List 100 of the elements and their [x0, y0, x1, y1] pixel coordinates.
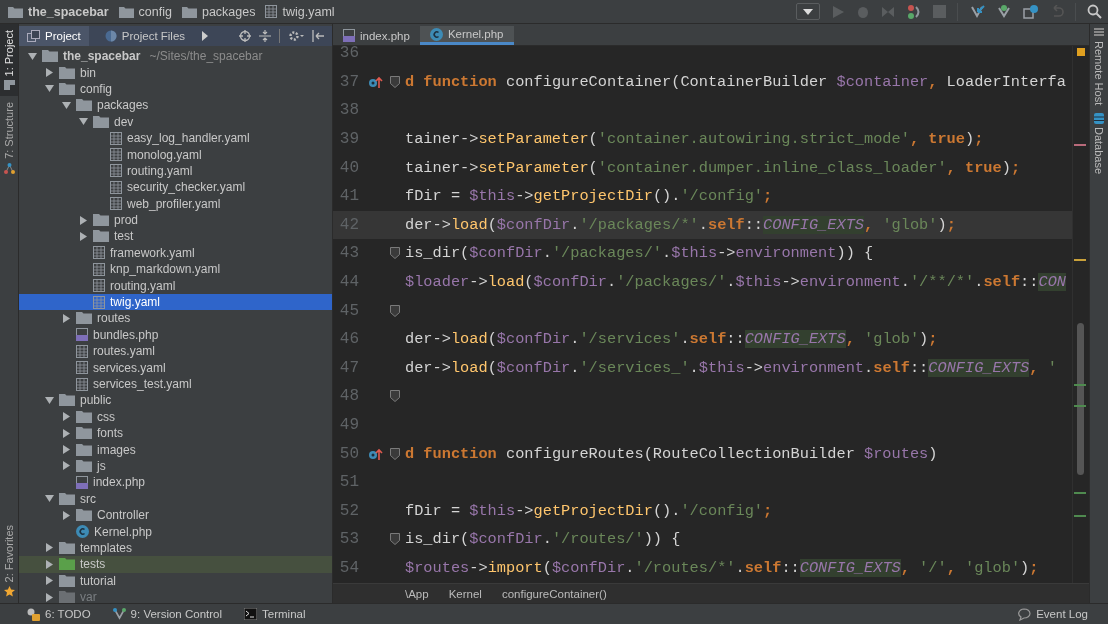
fold-marker-icon[interactable] — [390, 533, 400, 546]
folder-icon — [59, 558, 75, 571]
tree-row[interactable]: security_checker.yaml — [19, 179, 332, 196]
tree-item-label: services_test.yaml — [93, 377, 192, 391]
tree-row[interactable]: dev — [19, 113, 332, 130]
tree-row[interactable]: services_test.yaml — [19, 375, 332, 393]
tool-window-button[interactable]: Remote Host — [1093, 24, 1105, 110]
tool-window-button[interactable]: 9: Version Control — [112, 607, 222, 621]
tree-row[interactable]: knp_markdown.yaml — [19, 261, 332, 278]
tree-row[interactable]: templates — [19, 539, 332, 557]
vcs-commit-icon[interactable] — [996, 3, 1012, 20]
line-number: 36 — [338, 46, 359, 63]
tree-row[interactable]: css — [19, 408, 332, 425]
yaml-file-icon — [76, 344, 88, 358]
project-path: ~/Sites/the_spacebar — [149, 49, 263, 64]
fold-marker-icon[interactable] — [390, 390, 400, 403]
tool-window-button[interactable]: 2: Favorites — [0, 518, 18, 603]
line-number: 54 — [338, 559, 359, 577]
tree-item-label: web_profiler.yaml — [127, 196, 221, 211]
tree-row[interactable]: routing.yaml — [19, 277, 332, 294]
panel-tab[interactable]: Project — [19, 26, 89, 46]
tree-row[interactable]: tutorial — [19, 572, 332, 589]
breadcrumb-item[interactable]: configureContainer() — [501, 587, 607, 600]
hide-panel-icon[interactable] — [312, 30, 324, 42]
folder-icon — [59, 394, 75, 407]
collapse-icon[interactable] — [259, 30, 271, 42]
yaml-file-icon — [76, 361, 88, 375]
fold-marker-icon[interactable] — [390, 304, 400, 317]
tree-row[interactable]: the_spacebar ~/Sites/the_spacebar — [19, 48, 332, 65]
tree-row[interactable]: bin — [19, 64, 332, 81]
line-number: 44 — [338, 273, 359, 292]
tool-window-button[interactable]: Database — [1093, 109, 1105, 179]
breadcrumb-item[interactable]: twig.yaml — [282, 4, 335, 19]
tree-row[interactable]: monolog.yaml — [19, 146, 332, 163]
tree-row[interactable]: bundles.php — [19, 326, 332, 344]
tree-row[interactable]: framework.yaml — [19, 244, 332, 262]
php-file-icon — [343, 29, 355, 42]
tree-row[interactable]: images — [19, 441, 332, 458]
panel-tab[interactable]: Project Files — [96, 26, 194, 46]
tool-window-button[interactable]: Terminal — [244, 608, 306, 620]
caret-icon — [803, 8, 813, 15]
folder-icon — [93, 115, 109, 128]
collapsed-arrow-icon[interactable] — [62, 313, 70, 323]
tree-row[interactable]: test — [19, 228, 332, 245]
event-log-button[interactable]: Event Log — [1017, 607, 1088, 621]
tree-row[interactable]: config — [19, 80, 332, 98]
tree-row[interactable]: web_profiler.yaml — [19, 195, 332, 212]
breadcrumb-item[interactable]: config — [138, 4, 172, 19]
collapsed-arrow-icon[interactable] — [62, 510, 70, 520]
breadcrumb-item[interactable]: packages — [201, 4, 256, 19]
tree-row[interactable]: index.php — [19, 474, 332, 491]
breadcrumb-item[interactable]: the_spacebar — [28, 4, 109, 19]
class-icon — [429, 27, 443, 41]
editor-tab[interactable]: index.php — [333, 26, 420, 45]
tree-row[interactable]: routes — [19, 310, 332, 327]
tree-row[interactable]: src — [19, 490, 332, 507]
settings-icon[interactable] — [288, 30, 304, 42]
tree-item-label: routing.yaml — [110, 278, 176, 293]
tree-row[interactable]: packages — [19, 97, 332, 114]
tree-row[interactable]: routing.yaml — [19, 162, 332, 180]
expanded-arrow-icon[interactable] — [44, 495, 54, 503]
tree-row[interactable]: fonts — [19, 425, 332, 442]
scrollbar-thumb[interactable] — [1077, 323, 1084, 475]
expanded-arrow-icon[interactable] — [27, 52, 37, 60]
line-number: 51 — [338, 473, 359, 492]
fold-marker-icon[interactable] — [390, 447, 400, 460]
override-icon[interactable] — [368, 446, 384, 461]
tree-item-label: knp_markdown.yaml — [110, 262, 221, 277]
tree-row[interactable]: easy_log_handler.yaml — [19, 129, 332, 147]
tool-window-button[interactable]: 7: Structure — [0, 96, 18, 181]
tree-row[interactable]: Kernel.php — [19, 523, 332, 540]
tool-window-button[interactable]: 6: TODO — [26, 607, 91, 621]
collapsed-arrow-icon[interactable] — [45, 68, 53, 78]
history-icon[interactable] — [1023, 3, 1039, 20]
editor-tab[interactable]: Kernel.php — [419, 26, 514, 45]
vcs-update-icon[interactable] — [969, 3, 985, 20]
expanded-arrow-icon[interactable] — [44, 396, 54, 404]
override-icon[interactable] — [368, 74, 384, 89]
search-icon[interactable] — [1087, 4, 1102, 19]
breadcrumb-item[interactable]: \App — [405, 587, 429, 600]
tool-window-button[interactable]: 1: Project — [0, 24, 18, 97]
fold-marker-icon[interactable] — [390, 75, 400, 88]
tree-row[interactable]: routes.yaml — [19, 343, 332, 360]
tree-row[interactable]: tests — [19, 556, 332, 573]
tree-row[interactable]: twig.yaml — [19, 293, 332, 311]
tree-item-label: the_spacebar — [63, 49, 141, 64]
locate-icon[interactable] — [239, 30, 251, 42]
tree-row[interactable]: prod — [19, 211, 332, 229]
attach-icon[interactable] — [906, 3, 922, 20]
breadcrumb-item[interactable]: Kernel — [448, 587, 482, 600]
tree-row[interactable]: Controller — [19, 506, 332, 524]
tree-row[interactable]: services.yaml — [19, 359, 332, 376]
overflow-arrow-icon[interactable] — [201, 31, 210, 41]
run-config-dropdown[interactable] — [796, 3, 820, 20]
fold-marker-icon[interactable] — [390, 247, 400, 260]
tree-item-label: monolog.yaml — [127, 147, 202, 162]
line-number: 40 — [338, 158, 359, 177]
tree-row[interactable]: public — [19, 392, 332, 409]
tree-row[interactable]: js — [19, 457, 332, 475]
yaml-file-icon — [93, 246, 105, 260]
